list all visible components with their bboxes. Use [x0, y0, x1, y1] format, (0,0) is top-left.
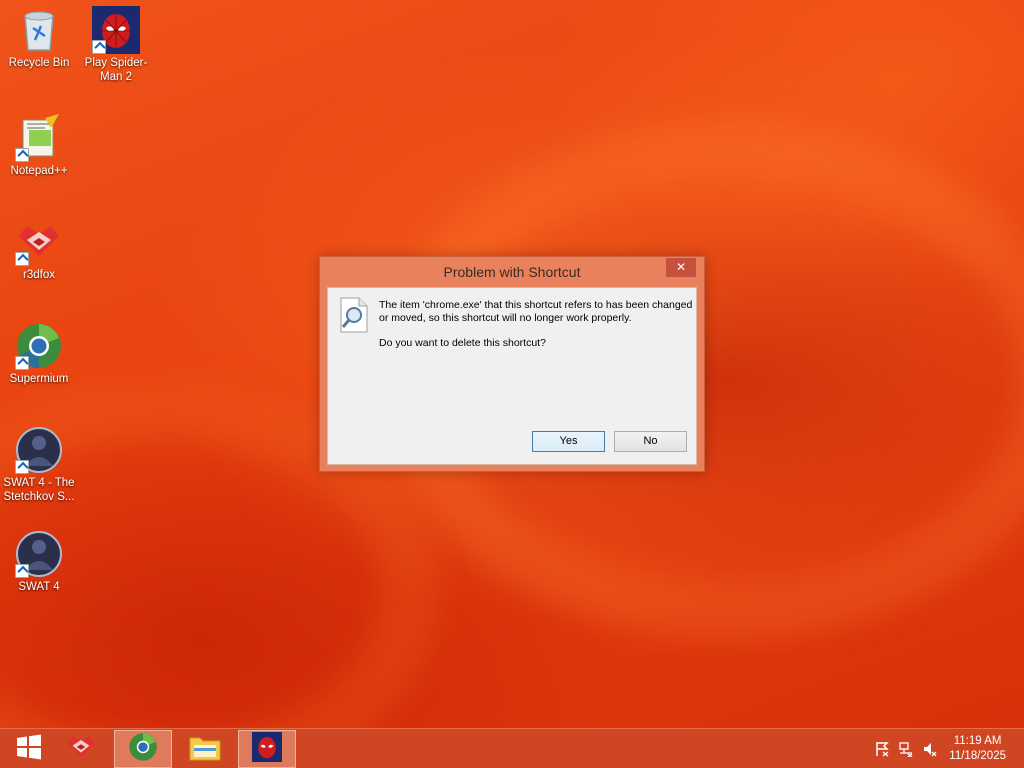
- no-button[interactable]: No: [614, 431, 687, 452]
- shortcut-arrow-icon: [15, 252, 29, 266]
- start-button[interactable]: [0, 730, 58, 768]
- taskbar-spiderman[interactable]: [238, 730, 296, 768]
- dialog-message: The item 'chrome.exe' that this shortcut…: [379, 299, 693, 324]
- yes-button[interactable]: Yes: [532, 431, 605, 452]
- document-search-icon: [339, 297, 369, 333]
- desktop-icon-label: SWAT 4: [18, 581, 60, 593]
- folder-icon: [189, 733, 221, 765]
- desktop-icon-recycle-bin[interactable]: Recycle Bin: [0, 6, 78, 70]
- flag-icon[interactable]: [874, 741, 890, 757]
- r3dfox-icon: [15, 218, 63, 266]
- desktop-icon-label: Notepad++: [10, 165, 68, 177]
- taskbar-r3dfox[interactable]: [52, 730, 110, 768]
- taskbar-file-explorer[interactable]: [176, 730, 234, 768]
- recycle-bin-icon: [15, 6, 63, 54]
- supermium-icon: [128, 732, 158, 766]
- desktop-icon-swat4[interactable]: SWAT 4: [0, 530, 78, 594]
- desktop-icon-label: SWAT 4 - The Stetchkov S...: [3, 477, 75, 503]
- taskbar-supermium[interactable]: [114, 730, 172, 768]
- desktop-icon-label: Recycle Bin: [8, 57, 70, 69]
- shortcut-arrow-icon: [15, 564, 29, 578]
- shortcut-arrow-icon: [15, 148, 29, 162]
- spiderman-icon: [252, 732, 282, 766]
- swat4-stetchkov-icon: [15, 426, 63, 474]
- shortcut-arrow-icon: [92, 40, 106, 54]
- dialog-question: Do you want to delete this shortcut?: [379, 337, 546, 349]
- swat4-icon: [15, 530, 63, 578]
- desktop-icon-label: r3dfox: [23, 269, 55, 281]
- clock-time: 11:19 AM: [953, 735, 1002, 747]
- notepadpp-icon: [15, 114, 63, 162]
- windows-logo-icon: [16, 734, 42, 764]
- network-icon[interactable]: [898, 741, 914, 758]
- desktop-icon-r3dfox[interactable]: r3dfox: [0, 218, 78, 282]
- spiderman-icon: [92, 6, 140, 54]
- desktop-icon-label: Play Spider-Man 2: [84, 57, 148, 83]
- supermium-icon: [15, 322, 63, 370]
- desktop-icon-supermium[interactable]: Supermium: [0, 322, 78, 386]
- shortcut-arrow-icon: [15, 460, 29, 474]
- desktop-icon-swat4-stetchkov[interactable]: SWAT 4 - The Stetchkov S...: [0, 426, 78, 504]
- dialog-content: The item 'chrome.exe' that this shortcut…: [327, 287, 697, 465]
- desktop-icon-spiderman[interactable]: Play Spider-Man 2: [77, 6, 155, 84]
- dialog-titlebar[interactable]: Problem with Shortcut ✕: [320, 257, 704, 286]
- shortcut-arrow-icon: [15, 356, 29, 370]
- desktop-icon-label: Supermium: [9, 373, 69, 385]
- close-button[interactable]: ✕: [666, 258, 696, 277]
- taskbar: 11:19 AM 11/18/2025: [0, 728, 1024, 768]
- r3dfox-icon: [64, 733, 98, 765]
- dialog-title: Problem with Shortcut: [443, 264, 581, 280]
- desktop-icon-notepadpp[interactable]: Notepad++: [0, 114, 78, 178]
- clock[interactable]: 11:19 AM 11/18/2025: [949, 734, 1006, 764]
- clock-date: 11/18/2025: [949, 750, 1006, 762]
- volume-muted-icon[interactable]: [922, 741, 938, 757]
- problem-with-shortcut-dialog: Problem with Shortcut ✕ The item 'chrome…: [319, 256, 705, 472]
